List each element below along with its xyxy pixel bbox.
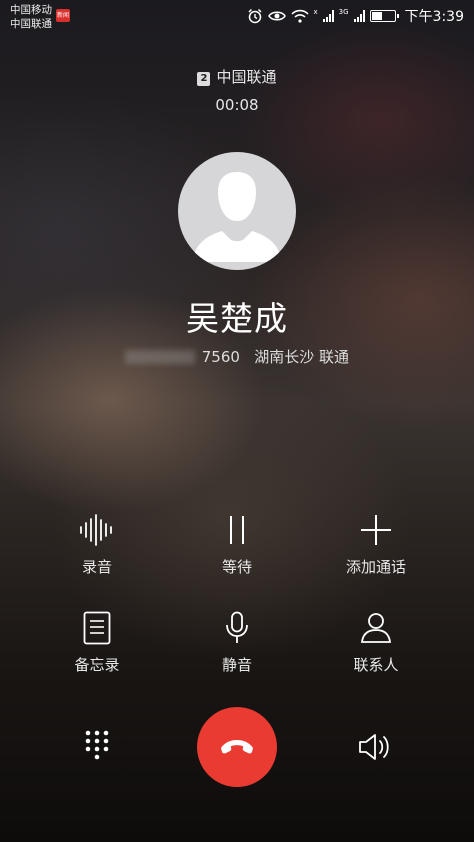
- status-icons: x 3G 下午3:39: [247, 6, 464, 26]
- signal-icon: [322, 10, 334, 22]
- waveform-icon: [80, 514, 112, 546]
- contact-name: 吴楚成: [186, 299, 288, 338]
- end-call-button[interactable]: [197, 707, 277, 787]
- microphone-icon: [226, 611, 248, 643]
- hold-button[interactable]: 等待: [167, 510, 307, 577]
- number-location: 湖南长沙 联通: [254, 348, 350, 366]
- battery-fill: [371, 12, 383, 20]
- number-suffix: 7560: [201, 348, 240, 366]
- news-app-badge: 新闻: [56, 9, 70, 22]
- pause-icon: [230, 516, 244, 544]
- notes-label: 备忘录: [74, 656, 120, 674]
- status-bar: 中国移动 中国联通 新闻 x 3G 下午3:39: [0, 0, 474, 34]
- carrier-2: 中国联通: [10, 18, 52, 30]
- contacts-button[interactable]: 联系人: [306, 608, 446, 675]
- plus-icon: [361, 515, 391, 545]
- dialpad-button[interactable]: [77, 727, 117, 767]
- speaker-icon: [359, 734, 389, 760]
- call-carrier: 2 中国联通: [0, 66, 474, 87]
- dialpad-icon: [85, 730, 109, 760]
- add-call-label: 添加通话: [345, 558, 406, 576]
- add-call-button[interactable]: 添加通话: [306, 510, 446, 577]
- eye-icon: [267, 11, 286, 21]
- person-silhouette-icon: [192, 172, 282, 262]
- notepad-icon: [83, 611, 111, 645]
- signal-type-2: 3G: [338, 8, 349, 16]
- contacts-label: 联系人: [353, 656, 399, 674]
- signal-icon-2: [353, 10, 365, 22]
- mute-button[interactable]: 静音: [167, 608, 307, 675]
- record-label: 录音: [81, 558, 112, 576]
- battery-icon: [369, 10, 399, 22]
- record-button[interactable]: 录音: [27, 510, 167, 577]
- redacted-number: [124, 350, 195, 364]
- call-duration: 00:08: [215, 96, 259, 114]
- hang-up-icon: [221, 740, 253, 754]
- contact-avatar: [178, 152, 296, 270]
- carrier-info: 中国移动 中国联通: [10, 3, 52, 31]
- phone-number-line: 7560 湖南长沙 联通: [0, 346, 474, 367]
- notes-button[interactable]: 备忘录: [27, 608, 167, 675]
- clock: 下午3:39: [404, 9, 464, 25]
- person-icon: [360, 613, 392, 643]
- mute-label: 静音: [221, 656, 252, 674]
- wifi-icon: [290, 9, 309, 23]
- sim-2-icon: 2: [197, 72, 211, 86]
- call-carrier-label: 中国联通: [216, 68, 277, 86]
- signal-type-1: x: [313, 8, 318, 16]
- alarm-icon: [247, 8, 262, 24]
- hold-label: 等待: [221, 558, 252, 576]
- speaker-button[interactable]: [356, 727, 396, 767]
- carrier-1: 中国移动: [10, 4, 52, 16]
